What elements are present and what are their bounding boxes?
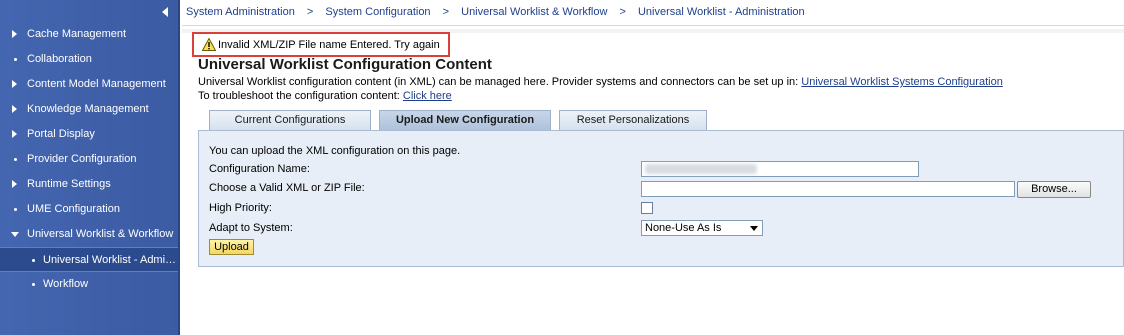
systems-configuration-link[interactable]: Universal Worklist Systems Configuration xyxy=(801,76,1003,88)
sidebar-item-label: Knowledge Management xyxy=(27,103,149,115)
sidebar-item-collaboration[interactable]: Collaboration xyxy=(0,47,178,72)
breadcrumb-universal-worklist-workflow[interactable]: Universal Worklist & Workflow xyxy=(461,6,607,18)
troubleshoot-line: To troubleshoot the configuration conten… xyxy=(198,90,452,102)
expand-triangle-icon xyxy=(12,30,17,38)
sidebar-item-provider-configuration[interactable]: Provider Configuration xyxy=(0,147,178,172)
upload-form-panel: You can upload the XML configuration on … xyxy=(198,130,1124,267)
description-text: Universal Worklist configuration content… xyxy=(198,76,799,88)
sidebar-item-label: Portal Display xyxy=(27,128,95,140)
adapt-to-system-label: Adapt to System: xyxy=(209,222,293,234)
breadcrumb: System Administration > System Configura… xyxy=(182,0,1124,26)
error-message-text: Invalid XML/ZIP File name Entered. Try a… xyxy=(218,39,440,51)
expand-triangle-icon xyxy=(12,130,17,138)
bullet-icon xyxy=(32,259,35,262)
browse-button[interactable]: Browse... xyxy=(1017,181,1091,198)
troubleshoot-text: To troubleshoot the configuration conten… xyxy=(198,90,400,102)
tab-upload-new-configuration[interactable]: Upload New Configuration xyxy=(379,110,551,130)
page-description: Universal Worklist configuration content… xyxy=(198,76,1003,88)
expand-triangle-icon xyxy=(12,105,17,113)
troubleshoot-link[interactable]: Click here xyxy=(403,90,452,102)
breadcrumb-separator: > xyxy=(442,6,450,18)
sidebar-item-universal-worklist-workflow[interactable]: Universal Worklist & Workflow xyxy=(0,222,178,247)
high-priority-label: High Priority: xyxy=(209,202,272,214)
bullet-icon xyxy=(14,208,17,211)
breadcrumb-system-administration[interactable]: System Administration xyxy=(186,6,295,18)
sidebar-item-label: Universal Worklist & Workflow xyxy=(27,228,174,240)
sidebar-item-label: Cache Management xyxy=(27,28,127,40)
sidebar-item-portal-display[interactable]: Portal Display xyxy=(0,122,178,147)
breadcrumb-system-configuration[interactable]: System Configuration xyxy=(325,6,430,18)
main-content: System Administration > System Configura… xyxy=(182,0,1124,335)
high-priority-checkbox[interactable] xyxy=(641,202,653,214)
sidebar-item-cache-management[interactable]: Cache Management xyxy=(0,22,178,47)
adapt-to-system-select[interactable]: None-Use As Is xyxy=(641,220,763,236)
sidebar-item-label: Runtime Settings xyxy=(27,178,111,190)
bullet-icon xyxy=(32,283,35,286)
tab-current-configurations[interactable]: Current Configurations xyxy=(209,110,371,130)
collapse-triangle-icon xyxy=(11,232,19,237)
sidebar-header xyxy=(0,0,178,22)
expand-triangle-icon xyxy=(12,180,17,188)
expand-triangle-icon xyxy=(12,80,17,88)
sidebar-item-label: Workflow xyxy=(43,278,89,290)
redacted-config-name xyxy=(645,164,757,174)
breadcrumb-separator: > xyxy=(619,6,626,18)
warning-icon xyxy=(202,38,216,51)
sidebar-item-label: Collaboration xyxy=(27,53,92,65)
selected-system-value: None-Use As Is xyxy=(645,222,722,234)
sidebar: Cache Management Collaboration Content M… xyxy=(0,0,180,335)
config-name-label: Configuration Name: xyxy=(209,163,310,175)
form-intro: You can upload the XML configuration on … xyxy=(209,145,461,157)
sidebar-item-universal-worklist-administration[interactable]: Universal Worklist - Admin... xyxy=(0,247,178,272)
tab-reset-personalizations[interactable]: Reset Personalizations xyxy=(559,110,707,130)
page-title: Universal Worklist Configuration Content xyxy=(198,56,492,73)
sidebar-item-ume-configuration[interactable]: UME Configuration xyxy=(0,197,178,222)
chevron-down-icon xyxy=(750,226,758,231)
bullet-icon xyxy=(14,158,17,161)
sidebar-item-label: Provider Configuration xyxy=(27,153,137,165)
sidebar-item-workflow[interactable]: Workflow xyxy=(0,272,178,297)
collapse-sidebar-icon[interactable] xyxy=(162,7,168,17)
breadcrumb-current-page: Universal Worklist - Administration xyxy=(637,6,805,18)
sidebar-item-content-model-management[interactable]: Content Model Management xyxy=(0,72,178,97)
sidebar-item-label: Universal Worklist - Admin... xyxy=(43,254,178,266)
sidebar-item-label: Content Model Management xyxy=(27,78,166,90)
breadcrumb-separator: > xyxy=(306,6,314,18)
upload-button[interactable]: Upload xyxy=(209,239,254,255)
file-path-input[interactable] xyxy=(641,181,1015,197)
file-label: Choose a Valid XML or ZIP File: xyxy=(209,182,365,194)
sidebar-item-knowledge-management[interactable]: Knowledge Management xyxy=(0,97,178,122)
bullet-icon xyxy=(14,58,17,61)
sidebar-item-label: UME Configuration xyxy=(27,203,120,215)
sidebar-item-runtime-settings[interactable]: Runtime Settings xyxy=(0,172,178,197)
